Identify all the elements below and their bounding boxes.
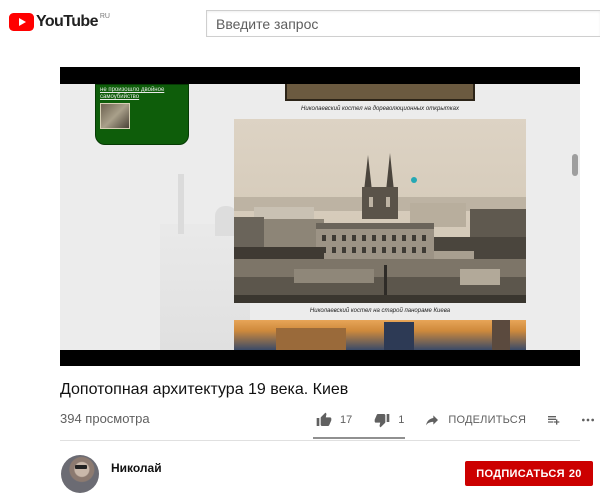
share-label: ПОДЕЛИТЬСЯ (448, 414, 527, 426)
overlay-card-thumbnail (100, 103, 130, 129)
video-title: Допотопная архитектура 19 века. Киев (60, 381, 349, 398)
panorama-photo (234, 119, 526, 303)
video-frame: не произошло двойное самоубийство Никола… (60, 84, 580, 350)
share-arrow-icon (426, 415, 439, 426)
sentiment-bar (313, 437, 405, 439)
more-button[interactable] (580, 412, 596, 428)
view-count: 394 просмотра (60, 411, 150, 426)
logo-region: RU (99, 13, 110, 20)
divider (60, 440, 580, 441)
subscribe-label: ПОДПИСАТЬСЯ (476, 468, 565, 480)
share-button[interactable]: ПОДЕЛИТЬСЯ (424, 412, 526, 428)
frame-scrollbar (572, 154, 578, 176)
top-photo (285, 84, 475, 101)
overlay-card: не произошло двойное самоубийство (95, 84, 189, 145)
caption-bottom: Николаевский костел на старой панораме К… (309, 308, 451, 314)
sentiment-bar-fill (313, 437, 400, 439)
channel-name[interactable]: Николай (111, 461, 162, 475)
panorama-illustration (234, 119, 526, 303)
thumbs-down-icon (374, 414, 390, 428)
youtube-play-icon (9, 13, 34, 31)
like-count: 17 (340, 414, 353, 426)
add-to-playlist-icon (548, 416, 560, 425)
video-actions: 17 1 ПОДЕЛИТЬСЯ (316, 409, 596, 431)
youtube-logo[interactable]: YouTube RU (9, 13, 110, 31)
like-button[interactable]: 17 (316, 412, 352, 428)
channel-avatar[interactable] (61, 455, 99, 493)
bottom-photo (234, 320, 526, 350)
masthead: YouTube RU (0, 0, 600, 47)
dislike-count: 1 (398, 414, 405, 426)
save-button[interactable] (546, 412, 562, 428)
thumbs-up-icon (316, 412, 332, 426)
caption-top: Николаевский костел на дореволюционных о… (301, 106, 459, 112)
video-player[interactable]: не произошло двойное самоубийство Никола… (60, 67, 580, 366)
more-horizontal-icon (582, 418, 595, 422)
dislike-button[interactable]: 1 (374, 412, 404, 428)
logo-text: YouTube (36, 13, 98, 30)
subscriber-count: 20 (568, 468, 582, 480)
search-input[interactable] (206, 10, 600, 37)
overlay-card-text: не произошло двойное самоубийство (100, 87, 165, 100)
subscribe-button[interactable]: ПОДПИСАТЬСЯ 20 (465, 461, 593, 486)
